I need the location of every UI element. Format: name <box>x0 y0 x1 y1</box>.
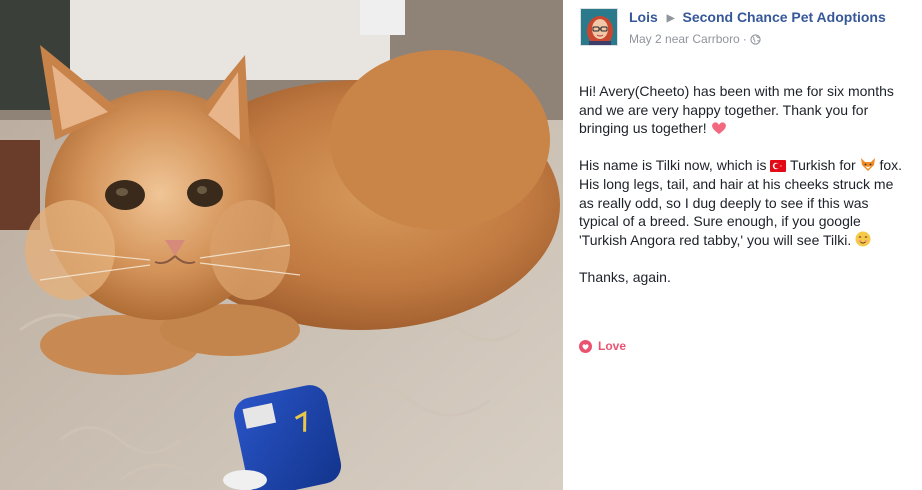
post-header: Lois ▶ Second Chance Pet Adoptions <box>629 9 886 25</box>
author-avatar[interactable] <box>580 8 618 46</box>
meta-separator: · <box>742 32 747 46</box>
heart-emoji-icon <box>711 122 726 135</box>
group-name-link[interactable]: Second Chance Pet Adoptions <box>682 9 885 25</box>
shared-to-arrow-icon: ▶ <box>666 13 675 24</box>
love-reaction-label: Love <box>598 339 627 353</box>
love-icon <box>579 339 592 353</box>
post-location-link[interactable]: near Carrboro <box>665 32 740 46</box>
turkey-flag-emoji-icon <box>770 160 787 173</box>
post-side-panel: Lois ▶ Second Chance Pet Adoptions May 2 n… <box>563 0 922 490</box>
post-text: Hi! Avery(Cheeto) has been with me for s… <box>579 82 909 305</box>
smiling-face-emoji-icon <box>855 231 871 247</box>
post-photo[interactable] <box>0 0 563 490</box>
post-paragraph-2: His name is Tilki now, which is Turkish … <box>579 156 909 249</box>
fox-emoji-icon <box>860 158 875 172</box>
post-meta: May 2 near Carrboro · <box>629 32 761 46</box>
globe-icon[interactable] <box>750 34 761 45</box>
avatar-illustration-icon <box>581 9 617 45</box>
paragraph-1-text: Hi! Avery(Cheeto) has been with me for s… <box>579 83 894 137</box>
author-name-link[interactable]: Lois <box>629 9 658 25</box>
post-paragraph-1: Hi! Avery(Cheeto) has been with me for s… <box>579 82 909 138</box>
love-reaction-button[interactable]: Love <box>579 339 626 353</box>
cat-photo-illustration <box>0 0 563 490</box>
paragraph-2-text-a: His name is Tilki now, which is <box>579 157 767 174</box>
post-paragraph-3: Thanks, again. <box>579 268 671 285</box>
post-date-link[interactable]: May 2 <box>629 32 662 46</box>
paragraph-2-text-b: Turkish for <box>790 157 856 174</box>
